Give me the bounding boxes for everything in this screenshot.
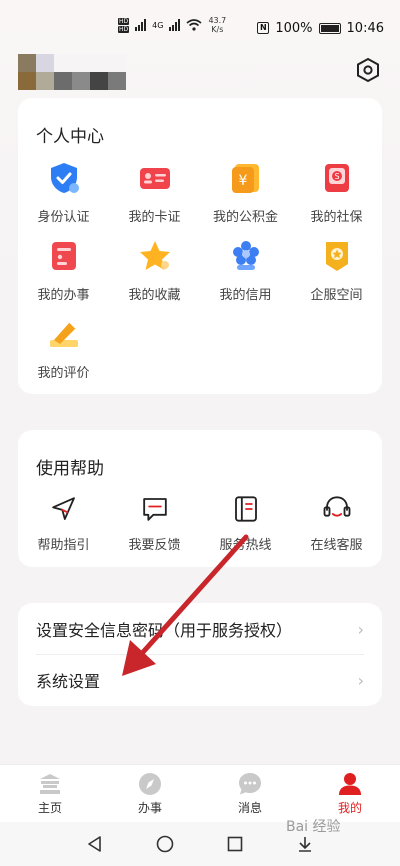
grid-item-label: 我的卡证 (128, 210, 181, 225)
settings-list-card: 设置安全信息密码（用于服务授权） › 系统设置 › (18, 603, 382, 706)
status-bar-right: N 100% 10:46 (257, 21, 384, 36)
grid-item-online-service[interactable]: 在线客服 (291, 494, 382, 553)
temple-icon (40, 774, 60, 794)
grid-item-favorites[interactable]: 我的收藏 (109, 238, 200, 303)
avatar[interactable] (18, 54, 126, 90)
help-title: 使用帮助 (36, 459, 104, 479)
personal-center-card: 个人中心 身份认证 我的卡证 ¥ 我的公积金 S 我的社保 我的办事 我的收藏 … (18, 98, 382, 394)
tab-label: 消息 (237, 801, 262, 815)
clock: 10:46 (346, 20, 384, 36)
shield-check-icon (50, 163, 79, 193)
security-password-row[interactable]: 设置安全信息密码（用于服务授权） › (36, 604, 364, 654)
grid-item-label: 我的社保 (310, 210, 363, 225)
speed-value: 43.7 (208, 16, 227, 25)
tab-home[interactable]: 主页 (0, 765, 100, 822)
nfc-icon: N (257, 22, 270, 34)
status-bar-left: HD HD 4G 43.7 K/s (118, 16, 226, 34)
sim1-label: HD (118, 17, 130, 25)
grid-item-label: 企服空间 (310, 288, 363, 303)
grid-item-enterprise-space[interactable]: 企服空间 (291, 238, 382, 303)
tab-messages[interactable]: 消息 (200, 765, 300, 822)
battery-percent: 100% (275, 20, 313, 36)
download-arrow-icon[interactable] (296, 835, 314, 853)
grid-item-credit[interactable]: 我的信用 (200, 238, 291, 303)
chevron-right-icon: › (357, 619, 364, 639)
tab-mine[interactable]: 我的 (300, 765, 400, 822)
system-settings-label: 系统设置 (36, 672, 101, 691)
grid-item-label: 我的收藏 (128, 288, 181, 303)
grid-item-feedback[interactable]: 我要反馈 (109, 494, 200, 553)
recents-square-icon[interactable] (226, 835, 244, 853)
security-password-label: 设置安全信息密码（用于服务授权） (36, 621, 293, 640)
chat-bubble-icon (239, 773, 261, 795)
phone-book-icon (234, 496, 257, 522)
grid-item-evaluation[interactable]: 我的评价 (18, 316, 109, 381)
social-security-card-icon: S (324, 164, 349, 192)
feedback-message-icon (142, 498, 167, 521)
grid-item-social-security[interactable]: S 我的社保 (291, 160, 382, 225)
status-bar: HD HD 4G 43.7 K/s N 100% 10:46 (0, 0, 400, 58)
grid-item-identity[interactable]: 身份认证 (18, 160, 109, 225)
network-speed: 43.7 K/s (208, 16, 226, 34)
id-card-icon (139, 168, 170, 189)
speed-unit: K/s (211, 25, 224, 34)
tab-label: 主页 (37, 801, 62, 815)
grid-item-cards[interactable]: 我的卡证 (109, 160, 200, 225)
grid-item-label: 身份认证 (37, 210, 90, 225)
sim2-label: HD (118, 25, 130, 33)
document-icon (51, 242, 76, 270)
watermark: Bai 经验 (286, 819, 341, 835)
help-card: 使用帮助 帮助指引 我要反馈 服务热线 在线客服 (18, 430, 382, 567)
grid-item-label: 我要反馈 (128, 538, 181, 553)
flower-badge-icon (232, 241, 259, 270)
personal-center-title: 个人中心 (36, 127, 104, 147)
svg-text:S: S (334, 172, 339, 181)
person-icon (339, 773, 361, 795)
network-type: 4G (152, 20, 164, 30)
grid-item-my-affairs[interactable]: 我的办事 (18, 238, 109, 303)
home-circle-icon[interactable] (156, 835, 174, 853)
navigation-arrow-icon (51, 497, 75, 520)
battery-icon (318, 22, 341, 34)
grid-item-label: 我的评价 (37, 366, 90, 381)
sim-indicator: HD HD (118, 17, 130, 33)
grid-item-label: 帮助指引 (37, 538, 90, 553)
compass-icon (139, 773, 161, 795)
wifi-icon (186, 19, 202, 31)
bottom-tab-bar: 主页 办事 消息 我的 (0, 764, 400, 822)
headset-icon (323, 496, 350, 517)
tab-label: 办事 (137, 801, 162, 815)
settings-hexagon-icon[interactable] (354, 56, 382, 84)
system-settings-row[interactable]: 系统设置 › (36, 655, 364, 705)
grid-item-housing-fund[interactable]: ¥ 我的公积金 (200, 160, 291, 225)
grid-item-label: 我的办事 (37, 288, 90, 303)
signal-icon-2 (169, 19, 181, 31)
pencil-icon (49, 321, 78, 347)
chevron-right-icon: › (357, 670, 364, 690)
star-icon (139, 241, 170, 270)
yuan-wallet-icon: ¥ (231, 164, 259, 193)
tab-affairs[interactable]: 办事 (100, 765, 200, 822)
back-icon[interactable] (86, 835, 104, 853)
svg-text:¥: ¥ (238, 173, 247, 189)
signal-icon (135, 19, 147, 31)
tab-label: 我的 (337, 801, 362, 815)
grid-item-label: 我的信用 (219, 288, 272, 303)
grid-item-label: 在线客服 (310, 538, 363, 553)
grid-item-label: 服务热线 (219, 538, 272, 553)
enterprise-badge-icon (325, 242, 348, 271)
grid-item-help-guide[interactable]: 帮助指引 (18, 494, 109, 553)
grid-item-label: 我的公积金 (212, 210, 278, 225)
grid-item-hotline[interactable]: 服务热线 (200, 494, 291, 553)
